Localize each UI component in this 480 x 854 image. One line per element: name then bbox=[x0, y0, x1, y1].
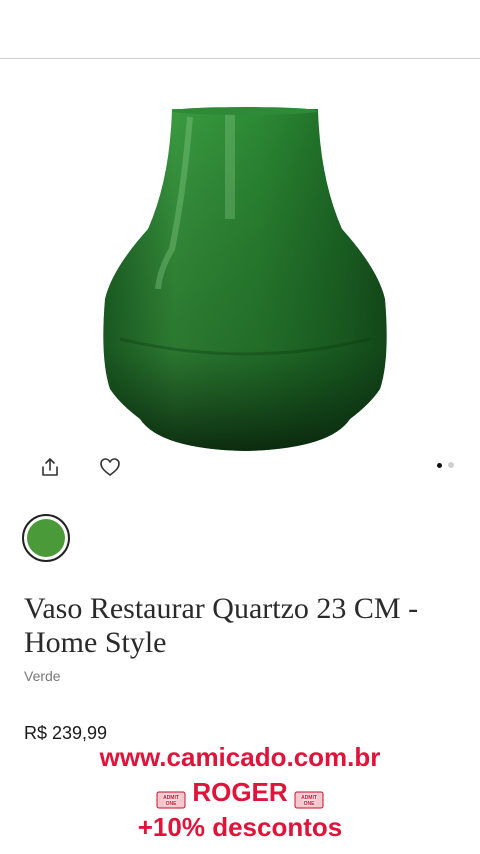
promo-discount: +10% descontos bbox=[137, 812, 343, 842]
heart-icon bbox=[100, 458, 120, 476]
color-swatch-verde[interactable] bbox=[22, 514, 70, 562]
swatch-color bbox=[27, 519, 65, 557]
ticket-icon: ADMIT ONE bbox=[294, 783, 324, 809]
product-variant: Verde bbox=[24, 668, 61, 684]
product-title: Vaso Restaurar Quartzo 23 CM - Home Styl… bbox=[24, 592, 419, 659]
promo-overlay: www.camicado.com.br ADMIT ONE ROGER ADMI… bbox=[0, 740, 480, 845]
ticket-icon: ADMIT ONE bbox=[156, 783, 186, 809]
promo-code-line: ADMIT ONE ROGER ADMIT ONE bbox=[0, 775, 480, 810]
product-image-gallery[interactable] bbox=[0, 59, 480, 499]
promo-url: www.camicado.com.br bbox=[99, 742, 381, 772]
pagination-dot[interactable] bbox=[448, 462, 454, 468]
promo-code: ROGER bbox=[192, 777, 288, 807]
svg-text:ONE: ONE bbox=[166, 801, 178, 807]
pagination-dot-active[interactable] bbox=[437, 462, 442, 468]
product-image bbox=[80, 99, 410, 459]
svg-text:ONE: ONE bbox=[303, 801, 315, 807]
favorite-button[interactable] bbox=[96, 453, 124, 481]
share-button[interactable] bbox=[36, 453, 64, 481]
gallery-pagination bbox=[437, 462, 454, 468]
share-icon bbox=[42, 458, 58, 476]
top-bar bbox=[0, 0, 480, 59]
